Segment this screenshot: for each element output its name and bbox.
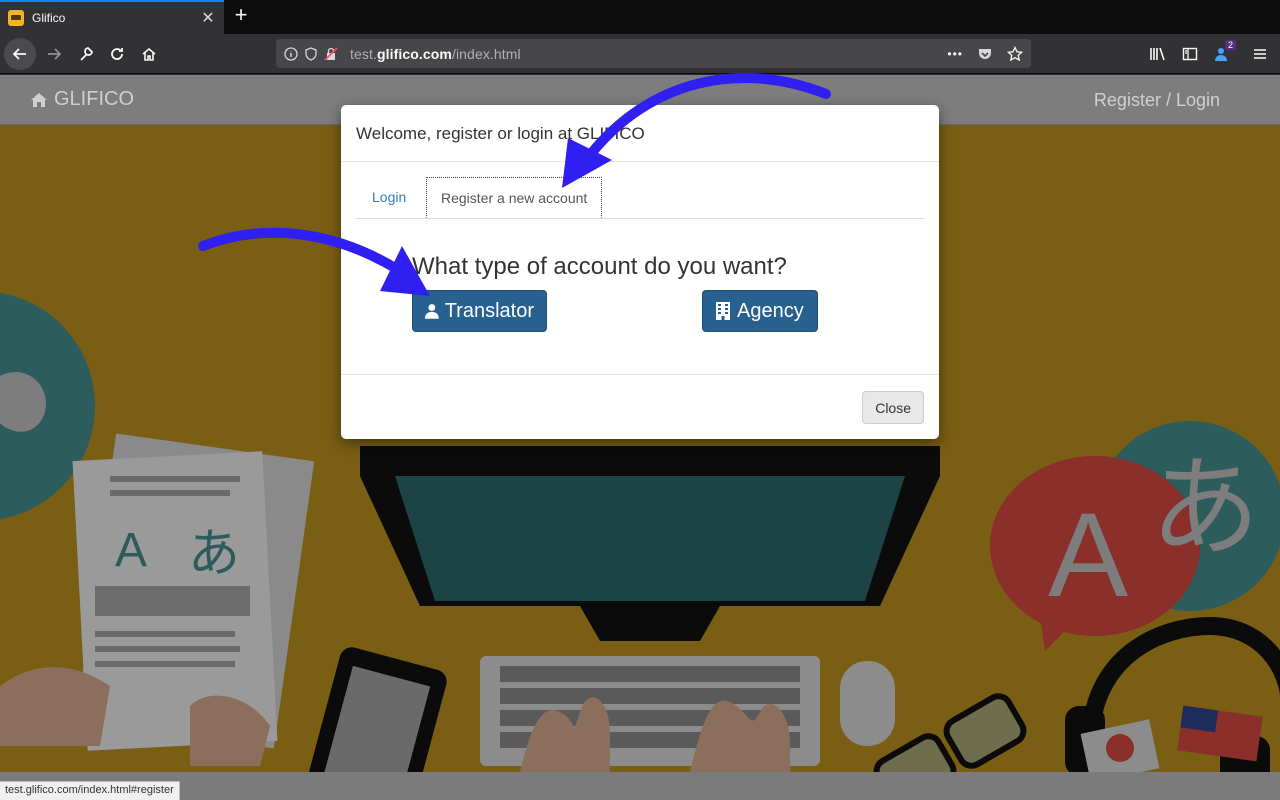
- brand-text: GLIFICO: [54, 88, 135, 110]
- letter-a-right: A: [1048, 488, 1128, 622]
- new-tab-button[interactable]: +: [230, 4, 252, 28]
- register-login-link[interactable]: Register / Login: [1094, 90, 1220, 111]
- close-tab-icon[interactable]: ✕: [200, 8, 216, 28]
- left-hand-shape: [0, 667, 110, 746]
- extension-button[interactable]: 2: [1206, 38, 1238, 70]
- sidebar-button[interactable]: [1174, 38, 1206, 70]
- tab-title: Glifico: [32, 11, 66, 25]
- modal-footer: Close: [341, 374, 939, 439]
- browser-tab-bar: Glifico ✕ +: [0, 0, 1280, 34]
- url-text: test.glifico.com/index.html: [350, 45, 521, 62]
- pocket-icon[interactable]: [977, 46, 993, 62]
- back-button[interactable]: [4, 38, 36, 70]
- close-button[interactable]: Close: [862, 391, 924, 424]
- status-bar-url: test.glifico.com/index.html#register: [0, 781, 180, 800]
- modal-title: Welcome, register or login at GLIFICO: [341, 105, 939, 162]
- page-actions-icon[interactable]: •••: [947, 47, 963, 61]
- info-icon: [284, 46, 298, 61]
- favicon-icon: [8, 10, 24, 26]
- letter-a-left: A: [115, 524, 147, 577]
- wrench-icon: [80, 47, 93, 61]
- forward-arrow-icon: [48, 48, 62, 60]
- kana-left: あ: [188, 524, 240, 584]
- translator-label: Translator: [444, 299, 534, 322]
- browser-toolbar: test.glifico.com/index.html ••• 2: [0, 34, 1280, 74]
- tab-login[interactable]: Login: [356, 177, 422, 218]
- account-type-question: What type of account do you want?: [412, 253, 787, 280]
- translator-button[interactable]: Translator: [412, 290, 547, 332]
- tab-register[interactable]: Register a new account: [426, 177, 603, 218]
- modal-tabs: Login Register a new account: [356, 177, 924, 219]
- forward-button[interactable]: [38, 38, 70, 70]
- kana-right: あ: [1150, 444, 1260, 572]
- agency-label: Agency: [737, 299, 804, 322]
- menu-button[interactable]: [1244, 38, 1276, 70]
- browser-tab[interactable]: Glifico ✕: [0, 0, 224, 34]
- url-bar[interactable]: test.glifico.com/index.html •••: [276, 39, 1031, 68]
- agency-button[interactable]: Agency: [702, 290, 818, 332]
- reload-icon: [111, 48, 123, 60]
- brand-link[interactable]: GLIFICO: [30, 88, 134, 111]
- insecure-lock-icon: [324, 46, 338, 61]
- bookmark-star-icon[interactable]: [1007, 45, 1023, 62]
- extension-badge: 2: [1224, 40, 1236, 50]
- sidebar-icon: [1182, 47, 1198, 61]
- reload-button[interactable]: [101, 38, 133, 70]
- page-bottom-strip: [0, 772, 1280, 800]
- library-button[interactable]: [1142, 38, 1174, 70]
- library-icon: [1150, 47, 1165, 61]
- mouse-shape: [840, 661, 895, 746]
- back-arrow-icon: [12, 48, 26, 60]
- home-icon: [142, 47, 156, 61]
- tools-button[interactable]: [70, 38, 102, 70]
- hamburger-menu-icon: [1254, 49, 1266, 59]
- home-icon: [31, 92, 47, 107]
- building-icon: [716, 302, 730, 320]
- shield-icon: [305, 46, 317, 61]
- register-login-modal: Welcome, register or login at GLIFICO Lo…: [341, 105, 939, 439]
- user-icon: [425, 304, 439, 319]
- home-button[interactable]: [133, 38, 165, 70]
